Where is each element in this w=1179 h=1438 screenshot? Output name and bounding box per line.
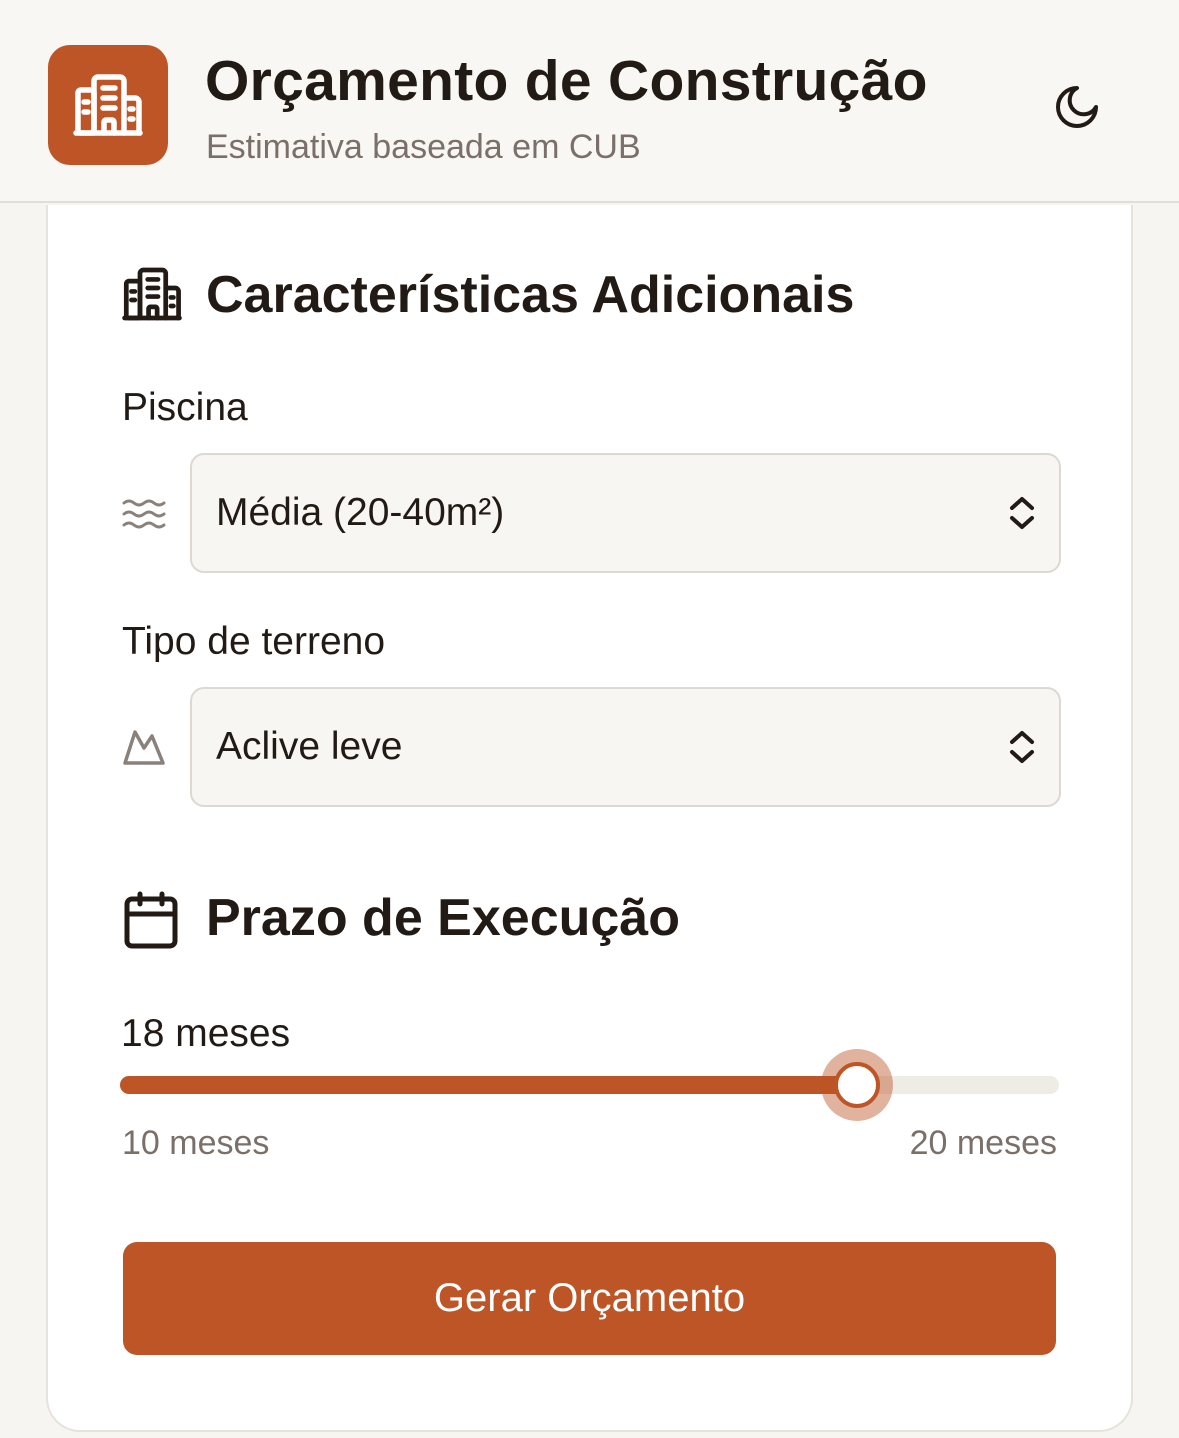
pool-label: Piscina (122, 386, 248, 429)
pool-select[interactable]: Média (20-40m²) (190, 453, 1061, 573)
slider-max-label: 20 meses (909, 1124, 1057, 1162)
app-subtitle: Estimativa baseada em CUB (206, 128, 641, 166)
terrain-select[interactable]: Aclive leve (190, 687, 1061, 807)
slider-min-label: 10 meses (122, 1124, 270, 1162)
theme-toggle-button[interactable] (1050, 80, 1104, 134)
slider-fill (120, 1076, 858, 1094)
building-icon (122, 267, 182, 326)
pool-select-value: Média (20-40m²) (216, 491, 505, 534)
app-title: Orçamento de Construção (205, 49, 928, 113)
slider-thumb-inner (834, 1062, 881, 1108)
generate-budget-button[interactable]: Gerar Orçamento (123, 1242, 1056, 1355)
slider-value-label: 18 meses (121, 1012, 291, 1055)
duration-slider[interactable] (120, 1049, 1059, 1121)
section-title-additional: Características Adicionais (206, 266, 855, 324)
slider-thumb[interactable] (821, 1049, 894, 1121)
section-title-schedule: Prazo de Execução (206, 889, 680, 947)
building-icon (48, 45, 168, 165)
app-header: Orçamento de Construção Estimativa basea… (0, 0, 1179, 203)
terrain-select-value: Aclive leve (216, 725, 403, 768)
terrain-label: Tipo de terreno (122, 620, 386, 663)
mountain-icon (122, 728, 166, 771)
chevron-up-down-icon (1007, 729, 1037, 770)
moon-icon (1056, 86, 1098, 128)
chevron-up-down-icon (1007, 495, 1037, 536)
calendar-icon (124, 891, 178, 954)
waves-icon (122, 498, 166, 535)
